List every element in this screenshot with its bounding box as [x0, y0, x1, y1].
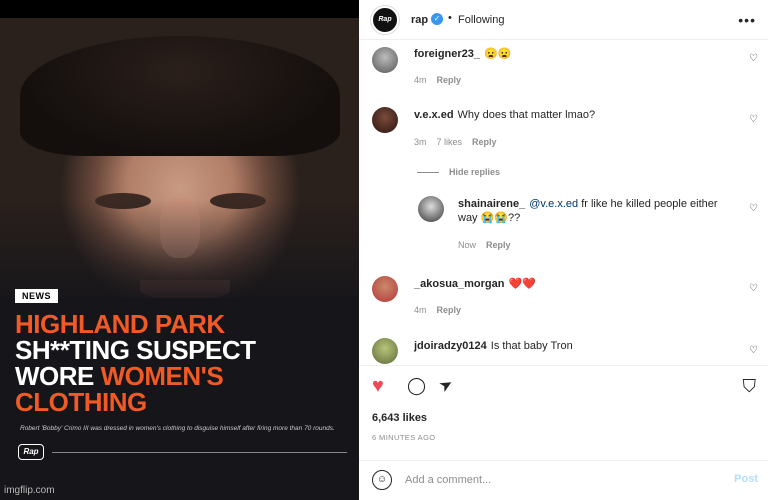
share-icon[interactable]: ➤: [436, 374, 458, 398]
headline-line-2: SH**TING SUSPECT: [15, 335, 256, 365]
hide-replies-button[interactable]: Hide replies: [417, 167, 500, 177]
comment-content: Is that baby Tron: [490, 340, 573, 352]
comment-text: jdoiradzy0124 Is that baby Tron: [414, 339, 573, 353]
comment-time: Now: [458, 240, 477, 250]
image-caption: Robert 'Bobby' Crimo III was dressed in …: [20, 425, 335, 432]
comment-username[interactable]: v.e.x.ed: [414, 109, 454, 121]
comment-username[interactable]: _akosua_morgan: [414, 278, 504, 290]
post-actions: ♥ ◯ ➤ ⛉ 6,643 likes 6 MINUTES AGO: [359, 365, 768, 460]
comments-list[interactable]: foreigner23_ 😦😦 4m Reply ♡ v.e.x.ed Why doe…: [359, 40, 768, 365]
post-header: Rap rap ✓ • Following •••: [359, 0, 768, 40]
comment-meta: Now Reply: [458, 240, 521, 250]
comment-content: 😦😦: [484, 48, 512, 60]
like-comment-icon[interactable]: ♡: [749, 345, 758, 356]
commenter-avatar[interactable]: [372, 338, 398, 364]
news-tag: NEWS: [15, 289, 58, 303]
comment-username[interactable]: shainairene_: [458, 198, 525, 210]
post-panel: Rap rap ✓ • Following ••• foreigner23_ 😦😦…: [359, 0, 768, 500]
bookmark-icon[interactable]: ⛉: [743, 376, 757, 396]
comment-meta: 4m Reply: [414, 75, 471, 85]
likes-count[interactable]: 6,643 likes: [372, 412, 427, 424]
reply-button[interactable]: Reply: [437, 75, 462, 85]
reply-button[interactable]: Reply: [472, 137, 497, 147]
comment-time: 3m: [414, 137, 427, 147]
emoji-icon[interactable]: ☺: [372, 470, 392, 490]
comment-likes[interactable]: 7 likes: [437, 137, 463, 147]
imgflip-watermark: imgflip.com: [4, 485, 55, 496]
reply-button[interactable]: Reply: [486, 240, 511, 250]
comment-text: foreigner23_ 😦😦: [414, 47, 511, 61]
verified-icon: ✓: [431, 13, 443, 25]
comment-time: 4m: [414, 75, 427, 85]
comment-content: Why does that matter lmao?: [457, 109, 596, 121]
comment-username[interactable]: jdoiradzy0124: [414, 340, 487, 352]
reply-button[interactable]: Reply: [437, 305, 462, 315]
like-comment-icon[interactable]: ♡: [749, 203, 758, 214]
commenter-avatar[interactable]: [372, 47, 398, 73]
comment-meta: 3m 7 likes Reply: [414, 137, 507, 147]
comment-text: shainairene_ @v.e.x.ed fr like he killed …: [458, 197, 733, 225]
more-options-icon[interactable]: •••: [738, 12, 756, 28]
commenter-avatar[interactable]: [372, 276, 398, 302]
following-button[interactable]: Following: [458, 14, 504, 26]
comment-username[interactable]: foreigner23_: [414, 48, 480, 60]
headline-line-1: HIGHLAND PARK: [15, 309, 225, 339]
hide-replies-label: Hide replies: [449, 167, 501, 177]
headline: HIGHLAND PARK SH**TING SUSPECT WORE WOME…: [15, 311, 355, 415]
comment-meta: 4m Reply: [414, 305, 471, 315]
account-avatar[interactable]: Rap: [371, 6, 399, 34]
comment-text: v.e.x.ed Why does that matter lmao?: [414, 108, 595, 122]
header-separator: •: [448, 12, 452, 24]
like-heart-icon[interactable]: ♥: [372, 376, 384, 396]
comment-text: _akosua_morgan ❤️❤️: [414, 277, 536, 291]
comment-input[interactable]: [405, 471, 705, 489]
commenter-avatar[interactable]: [418, 196, 444, 222]
like-comment-icon[interactable]: ♡: [749, 283, 758, 294]
comment-time: 4m: [414, 305, 427, 315]
like-comment-icon[interactable]: ♡: [749, 53, 758, 64]
post-timestamp: 6 MINUTES AGO: [372, 433, 436, 442]
commenter-avatar[interactable]: [372, 107, 398, 133]
hide-replies-line: [417, 172, 439, 174]
rap-logo: Rap: [18, 444, 44, 460]
comment-content: ❤️❤️: [508, 278, 536, 290]
account-username[interactable]: rap: [411, 14, 428, 26]
headline-line-4: CLOTHING: [15, 387, 147, 417]
post-image[interactable]: NEWS HIGHLAND PARK SH**TING SUSPECT WORE…: [0, 0, 359, 500]
post-button[interactable]: Post: [734, 473, 758, 485]
like-comment-icon[interactable]: ♡: [749, 114, 758, 125]
mention-link[interactable]: @v.e.x.ed: [529, 198, 578, 210]
photo-hair: [20, 36, 340, 156]
headline-line-3: WORE WOMEN'S: [15, 363, 355, 389]
add-comment-bar: ☺ Post: [359, 460, 768, 500]
caption-rule: [52, 452, 347, 453]
comment-bubble-icon[interactable]: ◯: [407, 376, 426, 396]
